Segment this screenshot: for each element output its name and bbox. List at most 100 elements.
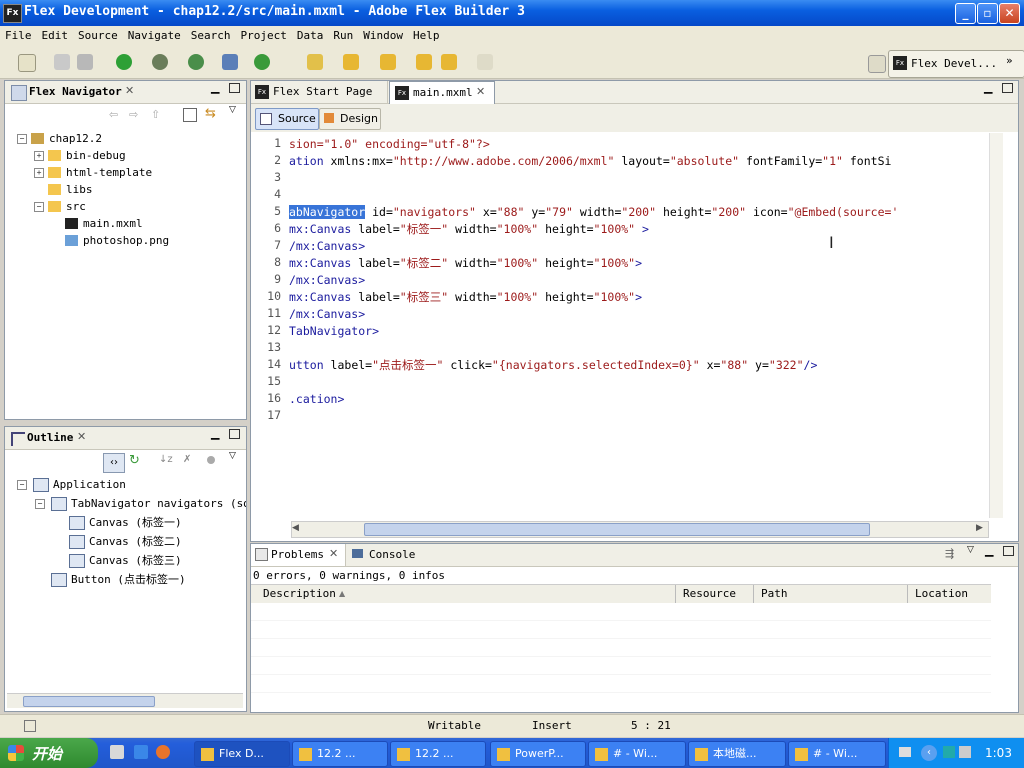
back-icon[interactable] [441,54,457,70]
show-source-icon[interactable]: ‹› [103,453,125,473]
open-perspective-icon[interactable] [868,55,886,73]
taskbar-button[interactable]: PowerP... [490,741,586,767]
chevron-more-icon[interactable]: » [1006,54,1013,67]
new-icon[interactable] [18,54,36,72]
outline-tab[interactable]: Outline [27,431,73,444]
column-location[interactable]: Location [915,587,968,600]
perspective-switcher[interactable]: Fx Flex Devel... [888,50,1024,78]
menu-data[interactable]: Data [292,26,329,46]
maximize-icon[interactable] [1002,83,1013,93]
maximize-button[interactable]: ▫ [977,3,998,24]
taskbar-button[interactable]: 本地磁... [688,741,786,767]
taskbar-button[interactable]: # - Wi... [788,741,886,767]
column-path[interactable]: Path [761,587,788,600]
network-icon[interactable] [943,746,955,758]
outline-hscrollbar[interactable] [7,693,243,708]
close-icon[interactable]: ✕ [77,430,86,443]
minimize-icon[interactable]: ▁ [985,544,993,557]
minimize-icon[interactable]: ▁ [211,81,219,94]
code-line[interactable]: mx:Canvas label="标签一" width="100%" heigh… [289,221,649,238]
code-line[interactable]: TabNavigator> [289,323,379,340]
up-icon[interactable]: ⇧ [151,108,160,121]
menu-file[interactable]: File [0,26,37,46]
code-line[interactable]: /mx:Canvas> [289,306,365,323]
taskbar-button[interactable]: 12.2 ... [292,741,388,767]
column-description[interactable]: Description [263,587,336,600]
menu-edit[interactable]: Edit [37,26,74,46]
menu-search[interactable]: Search [186,26,236,46]
menu-project[interactable]: Project [235,26,291,46]
menu-source[interactable]: Source [73,26,123,46]
menu-window[interactable]: Window [358,26,408,46]
close-icon[interactable]: ✕ [476,85,485,98]
last-edit-icon[interactable] [416,54,432,70]
expand-toggle-icon[interactable]: − [17,134,27,144]
column-resource[interactable]: Resource [683,587,736,600]
refresh-icon[interactable]: ↻ [129,453,140,468]
editor-vscrollbar[interactable] [989,133,1004,518]
code-line[interactable]: /mx:Canvas> [289,272,365,289]
taskbar-button[interactable]: Flex D... [194,741,290,767]
code-line[interactable]: .cation> [289,391,344,408]
view-menu-icon[interactable]: ▽ [967,545,974,555]
close-icon[interactable]: ✕ [329,547,338,560]
scroll-right-icon[interactable]: ▶ [976,523,983,533]
keyboard-icon[interactable] [899,747,911,757]
volume-icon[interactable] [959,746,971,758]
source-mode-button[interactable]: Source [255,108,319,130]
editor-hscrollbar[interactable]: ◀ ▶ [291,521,989,538]
taskbar-button[interactable]: 12.2 ... [390,741,486,767]
export-icon[interactable] [222,54,238,70]
view-menu-icon[interactable]: ▽ [229,451,236,461]
maximize-icon[interactable] [229,429,240,439]
print-icon[interactable] [77,54,93,70]
collapse-all-icon[interactable] [183,108,197,122]
external-tools-icon[interactable] [254,54,270,70]
debug-icon[interactable] [152,54,168,70]
expand-toggle-icon[interactable]: + [34,168,44,178]
sort-icon[interactable]: ↓z [159,454,173,465]
fast-view-icon[interactable] [24,720,36,732]
close-button[interactable]: ✕ [999,3,1020,24]
expand-toggle-icon[interactable]: + [34,151,44,161]
filter-icon[interactable]: ✗ [183,454,191,465]
back-icon[interactable]: ⇦ [109,108,118,121]
hide-fields-icon[interactable] [207,456,215,464]
close-icon[interactable]: ✕ [125,84,134,97]
expand-toggle-icon[interactable]: − [34,202,44,212]
code-line[interactable]: utton label="点击标签一" click="{navigators.s… [289,357,817,374]
maximize-icon[interactable] [229,83,240,93]
code-area[interactable]: sion="1.0" encoding="utf-8"?> ation xmlns… [289,136,989,516]
code-line[interactable]: abNavigator id="navigators" x="88" y="79… [289,204,898,221]
ie-icon[interactable] [134,745,148,759]
prev-annotation-icon[interactable] [380,54,396,70]
forward-icon[interactable]: ⇨ [129,108,138,121]
save-icon[interactable] [54,54,70,70]
tab-main-mxml[interactable]: Fx main.mxml ✕ [389,81,495,105]
scroll-thumb[interactable] [23,696,155,707]
next-annotation-icon[interactable] [343,54,359,70]
minimize-button[interactable]: _ [955,3,976,24]
code-line[interactable]: /mx:Canvas> [289,238,365,255]
code-line[interactable]: mx:Canvas label="标签二" width="100%" heigh… [289,255,642,272]
tab-flex-start-page[interactable]: Fx Flex Start Page [251,81,388,103]
taskbar-button[interactable]: # - Wi... [588,741,686,767]
tab-problems[interactable]: Problems ✕ [251,544,346,566]
minimize-icon[interactable]: ▁ [211,427,219,440]
navigator-tab[interactable]: Flex Navigator [29,85,122,98]
start-button[interactable]: 开始 [0,738,98,768]
menu-run[interactable]: Run [328,26,358,46]
show-desktop-icon[interactable] [110,745,124,759]
scroll-left-icon[interactable]: ◀ [292,523,299,533]
forward-icon[interactable] [477,54,493,70]
link-editor-icon[interactable]: ⇆ [205,106,216,121]
scroll-thumb[interactable] [364,523,870,536]
tray-expand-icon[interactable]: ‹ [921,745,937,761]
menu-help[interactable]: Help [408,26,445,46]
expand-toggle-icon[interactable]: − [35,499,45,509]
code-line[interactable]: sion="1.0" encoding="utf-8"?> [289,136,490,153]
expand-toggle-icon[interactable]: − [17,480,27,490]
firefox-icon[interactable] [156,745,170,759]
view-menu-icon[interactable]: ▽ [229,105,236,115]
profile-icon[interactable] [188,54,204,70]
